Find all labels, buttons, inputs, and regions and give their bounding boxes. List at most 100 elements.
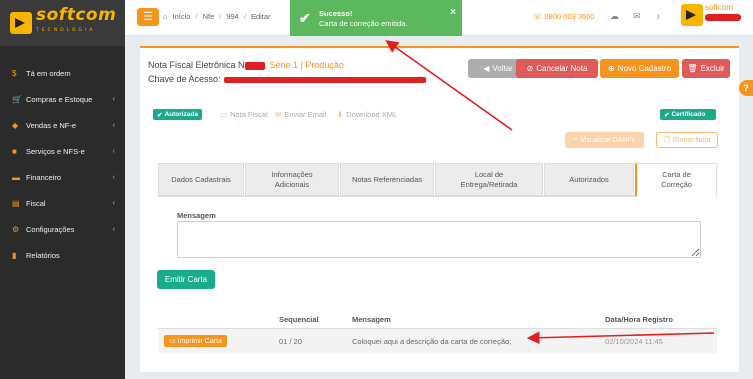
breadcrumb: ⌂ Início / Nfe / 994 / Editar xyxy=(163,12,271,21)
sidebar-item-label: Fiscal xyxy=(26,198,46,208)
column-header-data-hora: Data/Hora Registro xyxy=(605,315,673,324)
print-letter-button[interactable]: ▭ Imprimir Carta xyxy=(164,335,227,347)
dollar-icon: $ xyxy=(12,68,17,78)
bar-chart-icon: ▮ xyxy=(12,250,17,260)
clone-note-button[interactable]: ❐ Clonar Nota xyxy=(656,132,718,148)
chevron-left-icon: ‹ xyxy=(112,173,115,181)
home-icon: ⌂ xyxy=(163,12,168,21)
breadcrumb-separator: / xyxy=(219,12,222,21)
breadcrumb-item-nfe[interactable]: Nfe xyxy=(203,12,215,21)
trash-icon: 🗑 xyxy=(687,64,698,73)
copy-icon: ❐ xyxy=(663,137,670,144)
breadcrumb-separator: / xyxy=(195,12,198,21)
chevron-left-icon: ‹ xyxy=(112,225,115,233)
status-badge: ✔ Autorizada xyxy=(153,109,203,120)
view-danfe-button[interactable]: ⌕ Visualizar DANFe xyxy=(565,132,644,148)
chevron-left-icon: ‹ xyxy=(112,95,115,103)
chevron-left-icon: ‹ xyxy=(112,147,115,155)
message-label: Mensagem xyxy=(177,211,216,220)
cell-sequencial: 01 / 20 xyxy=(279,337,302,346)
tab-dados-cadastrais[interactable]: Dados Cadastrais xyxy=(158,163,244,196)
gears-icon: ⚙ xyxy=(12,224,20,234)
sidebar: softcom TECNOLOGIA $ Tá em ordem 🛒 Compr… xyxy=(0,0,125,379)
tab-carta-correcao[interactable]: Carta de Correção xyxy=(635,163,717,197)
phone-number: 0800 003 3600 xyxy=(544,12,595,21)
sidebar-item-label: Financeiro xyxy=(26,172,62,182)
support-phone[interactable]: ☏ 0800 003 3600 xyxy=(533,12,595,21)
money-icon: ▬ xyxy=(12,172,20,182)
sidebar-item-label: Configurações xyxy=(26,224,75,234)
cell-mensagem: Coloquei aqui a descrição da carta de co… xyxy=(352,337,512,346)
tab-bar: Dados Cadastrais Informações Adicionais … xyxy=(158,163,717,197)
success-toast: ✔ Sucesso! Carta de correção emitida. × xyxy=(290,0,462,36)
envelope-icon[interactable]: ✉ xyxy=(633,11,641,22)
sidebar-item-label: Serviços e NFS-e xyxy=(26,146,85,156)
cancel-note-button[interactable]: ⊘ Cancelar Nota xyxy=(516,59,598,78)
printer-icon: ▭ xyxy=(169,338,176,345)
breadcrumb-item-home[interactable]: Início xyxy=(173,12,191,21)
tab-informacoes-adicionais[interactable]: Informações Adicionais xyxy=(245,163,339,196)
search-icon: ⌕ xyxy=(573,136,578,143)
help-tab-button[interactable]: ? xyxy=(739,80,753,96)
printer-icon: ▭ xyxy=(220,110,228,119)
column-header-mensagem: Mensagem xyxy=(352,315,391,324)
bell-icon[interactable]: ♪ xyxy=(656,11,661,21)
sidebar-item-compras[interactable]: 🛒 Compras e Estoque ‹ xyxy=(0,86,125,112)
check-circle-icon: ✔ xyxy=(664,111,670,119)
softcom-logo-icon xyxy=(10,12,32,34)
send-email-link[interactable]: ✉ Enviar Email xyxy=(275,110,326,119)
cloud-sync-icon[interactable]: ☁ xyxy=(610,11,619,22)
message-textarea[interactable] xyxy=(177,221,701,258)
tab-autorizados[interactable]: Autorizados xyxy=(544,163,634,196)
sidebar-item-label: Vendas e NF-e xyxy=(26,120,77,130)
sidebar-item-label: Compras e Estoque xyxy=(26,94,93,104)
emit-letter-button[interactable]: Emitir Carta xyxy=(157,270,215,289)
ban-icon: ⊘ xyxy=(526,64,534,73)
print-note-link[interactable]: ▭ Nota Fiscal xyxy=(220,110,268,119)
note-number-redacted xyxy=(244,61,265,70)
sidebar-item-configuracoes[interactable]: ⚙ Configurações ‹ xyxy=(0,216,125,242)
new-record-button[interactable]: ⊕ Novo Cadastro xyxy=(600,59,679,78)
sidebar-item-vendas[interactable]: ◆ Vendas e NF-e ‹ xyxy=(0,112,125,138)
access-key-redacted xyxy=(223,76,426,83)
breadcrumb-item-id[interactable]: 994 xyxy=(226,12,239,21)
cell-data-hora: 02/10/2024 11:45 xyxy=(605,337,663,346)
tab-local-entrega[interactable]: Local de Entrega/Retirada xyxy=(435,163,543,196)
tab-notas-referenciadas[interactable]: Notas Referenciadas xyxy=(340,163,434,196)
check-circle-icon: ✔ xyxy=(157,111,163,119)
briefcase-icon: ■ xyxy=(12,146,17,156)
sidebar-menu: $ Tá em ordem 🛒 Compras e Estoque ‹ ◆ Ve… xyxy=(0,46,125,268)
phone-icon: ☏ xyxy=(533,12,543,21)
page-title: Nota Fiscal Eletrônica N. Série 1 | Prod… xyxy=(148,60,344,70)
menu-toggle-button[interactable]: ☰ xyxy=(137,8,159,26)
sidebar-item-label: Relatórios xyxy=(26,250,60,260)
hamburger-icon: ☰ xyxy=(143,11,153,23)
plus-circle-icon: ⊕ xyxy=(607,64,615,73)
toast-title: Sucesso! xyxy=(319,9,353,18)
sidebar-item-financeiro[interactable]: ▬ Financeiro ‹ xyxy=(0,164,125,190)
access-key: Chave de Acesso: xyxy=(148,74,426,84)
table-row: ▭ Imprimir Carta 01 / 20 Coloquei aqui a… xyxy=(158,328,717,353)
sidebar-item-ta-em-ordem[interactable]: $ Tá em ordem xyxy=(0,60,125,86)
checkmark-icon: ✔ xyxy=(299,10,311,26)
sidebar-item-relatorios[interactable]: ▮ Relatórios xyxy=(0,242,125,268)
question-icon: ? xyxy=(743,83,749,93)
chevron-left-icon: ‹ xyxy=(112,121,115,129)
brand-logo[interactable]: softcom TECNOLOGIA xyxy=(0,0,125,46)
toast-message: Carta de correção emitida. xyxy=(319,19,408,28)
delete-button[interactable]: 🗑 Excluir xyxy=(682,59,730,78)
close-icon[interactable]: × xyxy=(450,7,456,18)
brand-subtitle: TECNOLOGIA xyxy=(36,28,96,33)
breadcrumb-item-current: Editar xyxy=(250,12,271,21)
file-icon: ▤ xyxy=(12,198,20,208)
user-name[interactable]: softcom xyxy=(705,3,733,12)
avatar[interactable] xyxy=(681,4,703,26)
download-xml-link[interactable]: ⬇ Download XML xyxy=(337,110,397,119)
column-header-sequencial: Sequencial xyxy=(279,315,319,324)
note-panel: Nota Fiscal Eletrônica N. Série 1 | Prod… xyxy=(140,46,739,372)
brand-name: softcom xyxy=(36,5,117,25)
user-redacted xyxy=(705,14,741,21)
sidebar-item-servicos[interactable]: ■ Serviços e NFS-e ‹ xyxy=(0,138,125,164)
envelope-icon: ✉ xyxy=(275,110,282,119)
sidebar-item-fiscal[interactable]: ▤ Fiscal ‹ xyxy=(0,190,125,216)
